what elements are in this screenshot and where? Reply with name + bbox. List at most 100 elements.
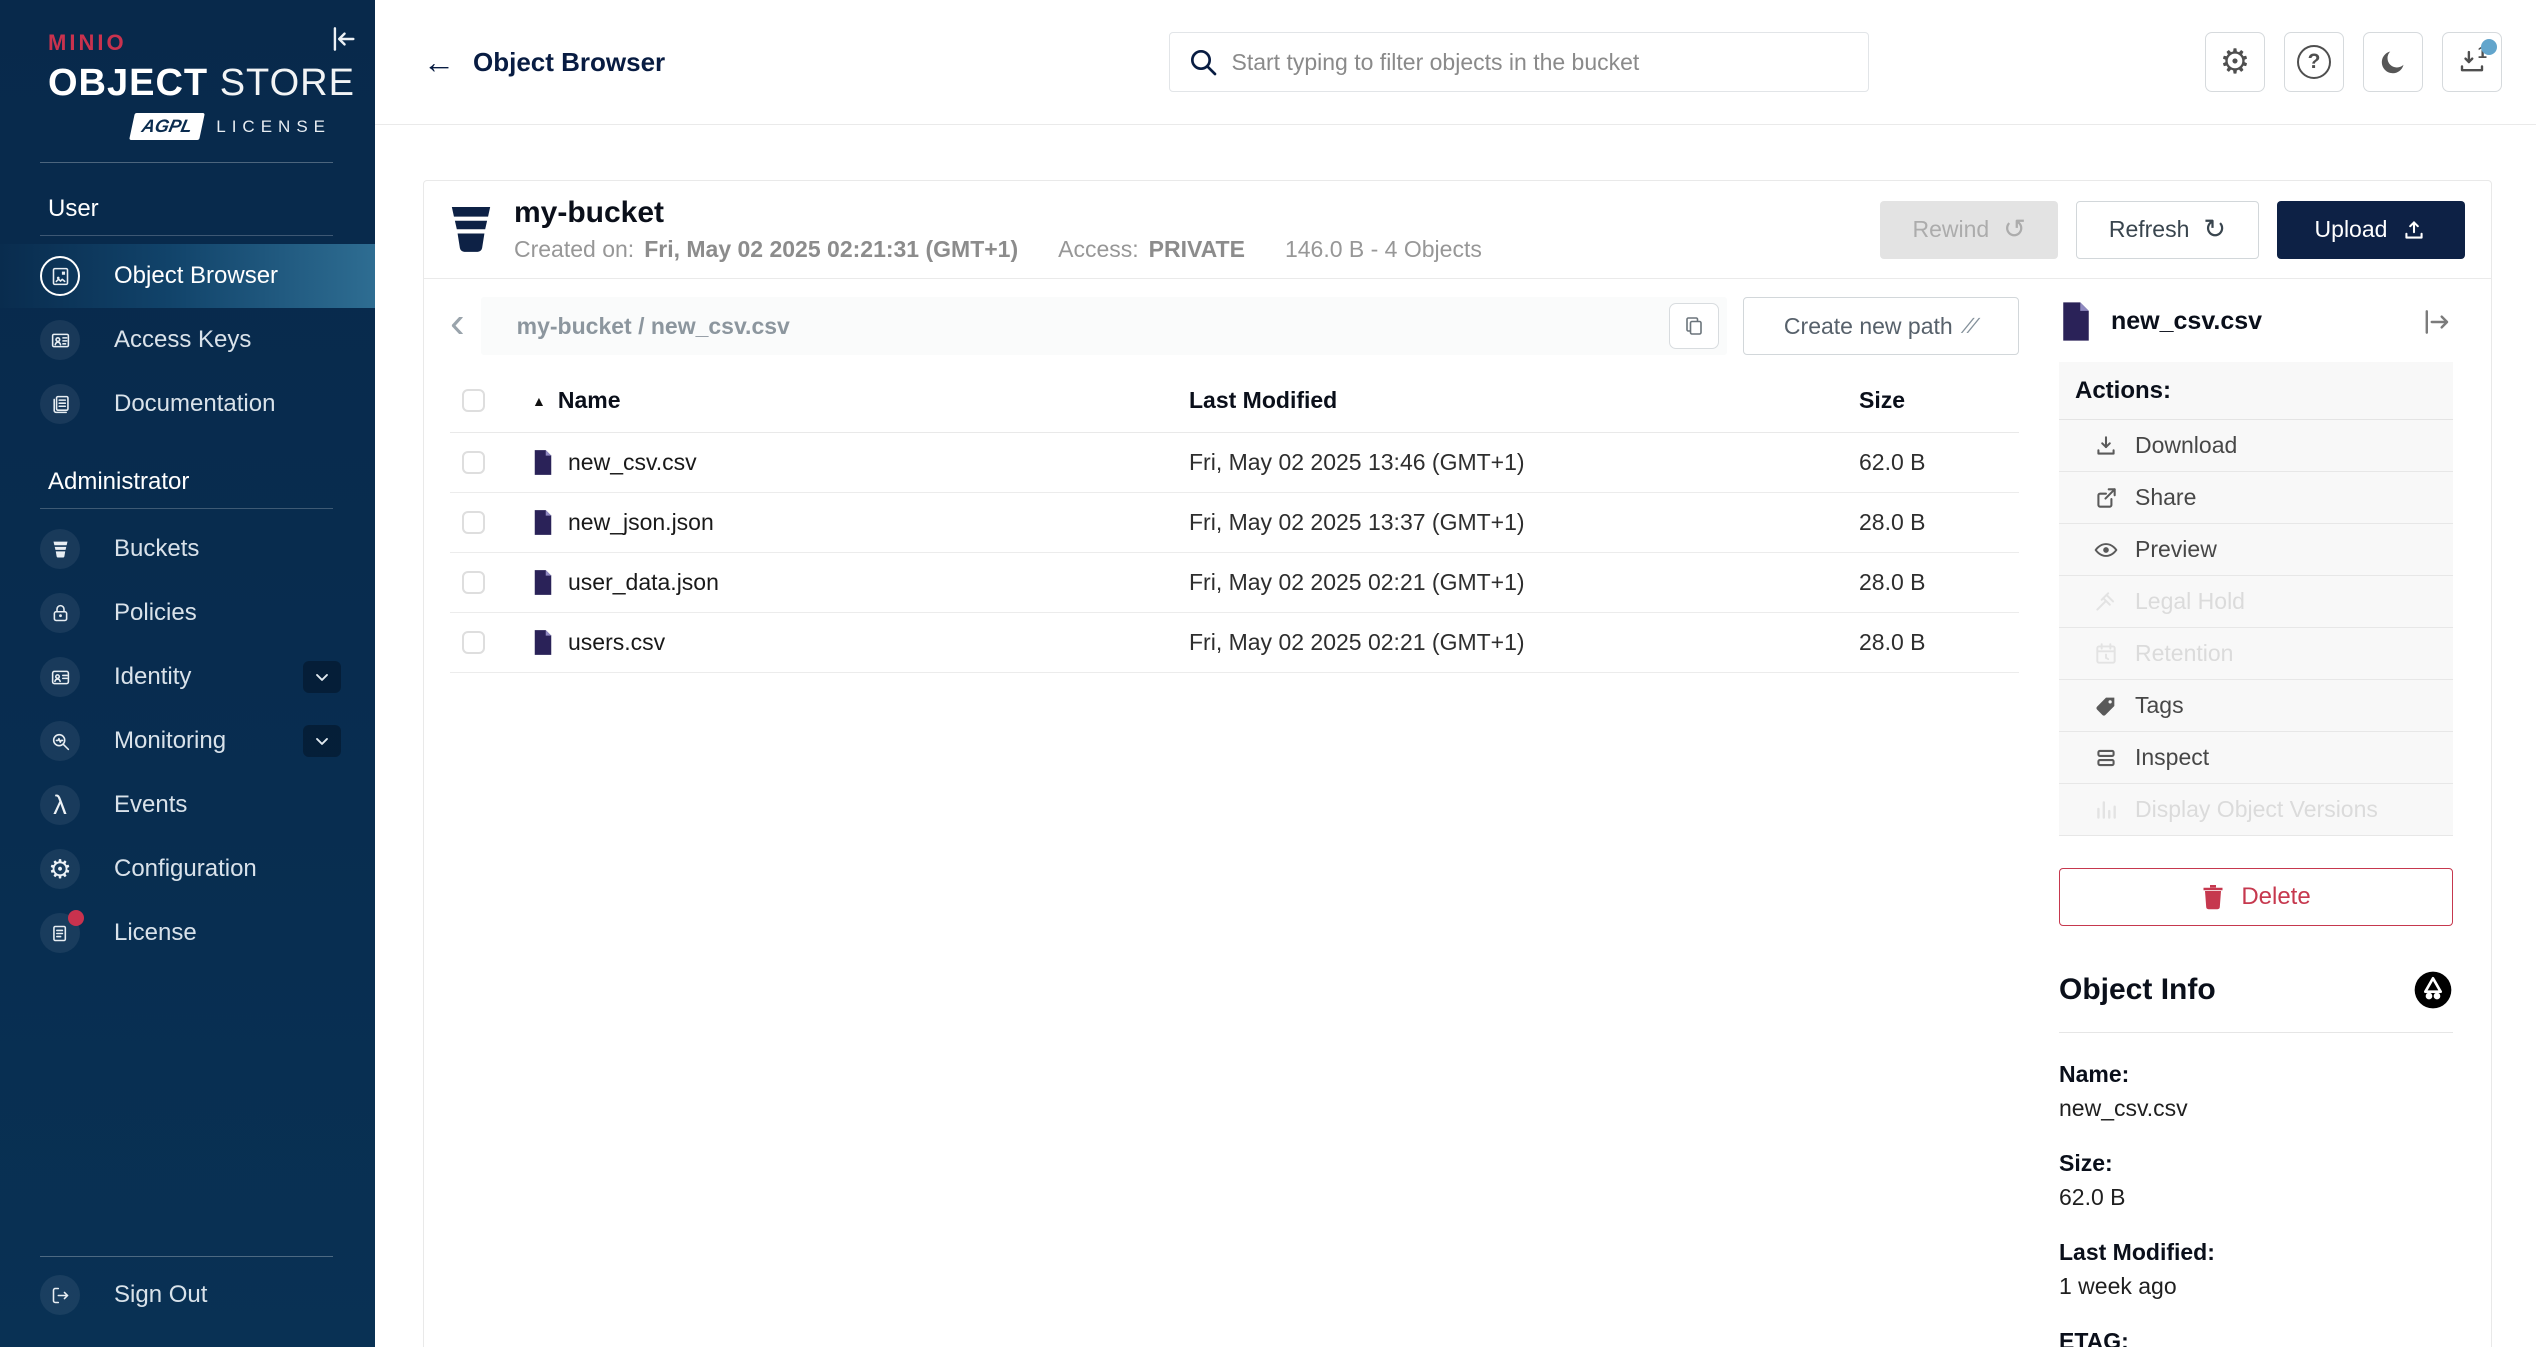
upload-button[interactable]: Upload — [2277, 201, 2465, 259]
action-legal-hold: Legal Hold — [2059, 576, 2453, 628]
search-input[interactable] — [1169, 32, 1869, 92]
action-display-object-versions: Display Object Versions — [2059, 784, 2453, 836]
divider — [40, 162, 333, 163]
row-checkbox[interactable] — [462, 571, 485, 594]
object-size: 28.0 B — [1859, 629, 2019, 656]
sign-out-section: Sign Out — [0, 1256, 375, 1347]
action-download[interactable]: Download — [2059, 420, 2453, 472]
topbar-actions: ⚙ ? 1 — [2205, 32, 2502, 92]
column-header-last-modified[interactable]: Last Modified — [1189, 387, 1859, 414]
sidebar-item-access-keys[interactable]: Access Keys — [0, 308, 375, 372]
created-label: Created on: — [514, 236, 634, 263]
bucket-header-buttons: Rewind ↺ Refresh ↻ Upload — [1880, 201, 2465, 259]
dark-mode-button[interactable] — [2363, 32, 2423, 92]
tags-icon — [2093, 693, 2119, 719]
topbar: ← Object Browser ⚙ ? — [375, 0, 2536, 125]
table-row[interactable]: new_json.json Fri, May 02 2025 13:37 (GM… — [450, 493, 2019, 553]
sidebar-item-buckets[interactable]: Buckets — [0, 517, 375, 581]
help-icon: ? — [2297, 45, 2331, 79]
agpl-badge: AGPL — [129, 113, 205, 140]
object-name: user_data.json — [568, 569, 719, 596]
select-all-checkbox[interactable] — [462, 389, 485, 412]
back-to-buckets[interactable]: ← Object Browser — [423, 46, 665, 78]
file-icon — [2059, 301, 2093, 342]
object-size: 28.0 B — [1859, 569, 2019, 596]
preview-eye-icon — [2093, 537, 2119, 563]
chevron-down-icon[interactable] — [303, 725, 341, 757]
legal-hold-gavel-icon — [2093, 589, 2119, 615]
page-title: Object Browser — [473, 47, 665, 78]
delete-button[interactable]: Delete — [2059, 868, 2453, 926]
sidebar-item-documentation[interactable]: Documentation — [0, 372, 375, 436]
path-back-icon[interactable]: ‹ — [450, 301, 465, 345]
object-info-icon — [2413, 970, 2453, 1010]
row-checkbox[interactable] — [462, 631, 485, 654]
action-inspect[interactable]: Inspect — [2059, 732, 2453, 784]
file-icon — [532, 449, 554, 476]
main-area: ← Object Browser ⚙ ? — [375, 0, 2536, 1347]
table-row[interactable]: user_data.json Fri, May 02 2025 02:21 (G… — [450, 553, 2019, 613]
sign-out-button[interactable]: Sign Out — [0, 1257, 375, 1333]
chevron-down-icon[interactable] — [303, 661, 341, 693]
breadcrumb: my-bucket / new_csv.csv — [517, 313, 790, 340]
object-last-modified: Fri, May 02 2025 13:46 (GMT+1) — [1189, 449, 1859, 476]
card-body: ‹ my-bucket / new_csv.csv Create new pat… — [424, 279, 2491, 1347]
refresh-icon: ↻ — [2203, 216, 2226, 243]
bucket-browser-card: my-bucket Created on: Fri, May 02 2025 0… — [423, 180, 2492, 1347]
sidebar-item-events[interactable]: λ Events — [0, 773, 375, 837]
sidebar-item-label: Object Browser — [114, 262, 278, 290]
action-share[interactable]: Share — [2059, 472, 2453, 524]
collapse-sidebar-icon[interactable] — [325, 22, 359, 56]
brand-name: MINIO — [48, 30, 331, 56]
sidebar-item-license[interactable]: License — [0, 901, 375, 965]
object-name: new_json.json — [568, 509, 714, 536]
sidebar-section-user: User Object Browser Access Keys Document… — [0, 195, 375, 436]
sidebar-item-configuration[interactable]: ⚙ Configuration — [0, 837, 375, 901]
file-icon — [532, 509, 554, 536]
row-checkbox[interactable] — [462, 451, 485, 474]
collapse-drawer-icon[interactable] — [2419, 305, 2453, 339]
bucket-meta: Created on: Fri, May 02 2025 02:21:31 (G… — [514, 236, 1482, 263]
copy-path-button[interactable] — [1669, 303, 1719, 349]
sidebar-item-label: License — [114, 919, 197, 947]
back-arrow-icon[interactable]: ← — [423, 46, 455, 78]
help-button[interactable]: ? — [2284, 32, 2344, 92]
object-info-header: Object Info — [2059, 970, 2453, 1010]
object-size: 28.0 B — [1859, 509, 2019, 536]
inspect-icon — [2093, 745, 2119, 771]
create-new-path-button[interactable]: Create new path ∕∕ — [1743, 297, 2019, 355]
created-value: Fri, May 02 2025 02:21:31 (GMT+1) — [644, 236, 1018, 263]
sidebar-item-identity[interactable]: Identity — [0, 645, 375, 709]
table-row[interactable]: new_csv.csv Fri, May 02 2025 13:46 (GMT+… — [450, 433, 2019, 493]
settings-button[interactable]: ⚙ — [2205, 32, 2265, 92]
rewind-icon: ↺ — [2003, 216, 2026, 243]
sidebar: MINIO OBJECT STORE AGPL LICENSE User Obj… — [0, 0, 375, 1347]
sidebar-item-label: Identity — [114, 663, 191, 691]
sidebar-item-policies[interactable]: Policies — [0, 581, 375, 645]
column-header-size[interactable]: Size — [1859, 387, 2019, 414]
refresh-button[interactable]: Refresh ↻ — [2076, 201, 2259, 259]
column-header-name[interactable]: ▲ Name — [532, 387, 1189, 414]
file-icon — [532, 629, 554, 656]
info-field-last-modified: Last Modified: 1 week ago — [2059, 1239, 2453, 1300]
action-preview[interactable]: Preview — [2059, 524, 2453, 576]
action-tags[interactable]: Tags — [2059, 680, 2453, 732]
table-row[interactable]: users.csv Fri, May 02 2025 02:21 (GMT+1)… — [450, 613, 2019, 673]
access-keys-icon — [40, 320, 80, 360]
rewind-button[interactable]: Rewind ↺ — [1880, 201, 2057, 259]
object-info-title: Object Info — [2059, 973, 2216, 1007]
sidebar-item-label: Configuration — [114, 855, 257, 883]
sidebar-item-object-browser[interactable]: Object Browser — [0, 244, 375, 308]
sign-out-icon — [40, 1275, 80, 1315]
sidebar-item-monitoring[interactable]: Monitoring — [0, 709, 375, 773]
download-icon — [2093, 433, 2119, 459]
table-header: ▲ Name Last Modified Size — [450, 369, 2019, 433]
row-checkbox[interactable] — [462, 511, 485, 534]
upload-icon — [2401, 217, 2427, 243]
sidebar-item-label: Monitoring — [114, 727, 226, 755]
minio-console: MINIO OBJECT STORE AGPL LICENSE User Obj… — [0, 0, 2536, 1347]
downloads-button[interactable]: 1 — [2442, 32, 2502, 92]
sidebar-item-label: Access Keys — [114, 326, 251, 354]
monitoring-icon — [40, 721, 80, 761]
sidebar-item-label: Buckets — [114, 535, 199, 563]
